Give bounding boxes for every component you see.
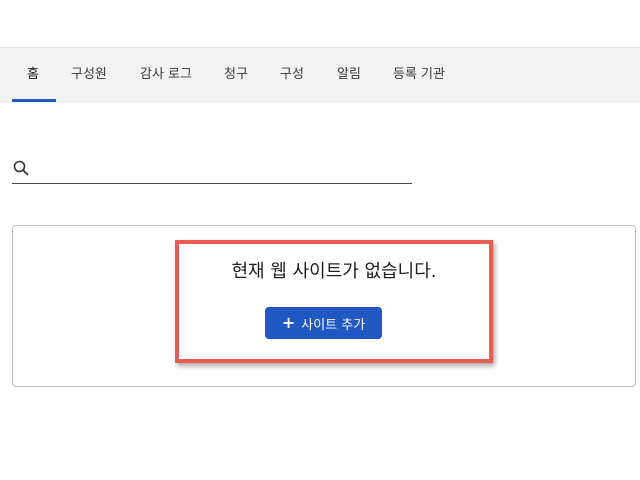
search-field [12,155,412,184]
tab-notifications[interactable]: 알림 [337,48,361,103]
page: 홈 구성원 감사 로그 청구 구성 알림 등록 기관 현재 웹 사이트가 없습니… [0,0,640,480]
search-icon[interactable] [12,159,30,177]
plus-icon: + [281,313,296,332]
tab-home[interactable]: 홈 [27,48,39,103]
search-input[interactable] [36,157,410,181]
empty-state-message: 현재 웹 사이트가 없습니다. [231,261,437,282]
tab-members[interactable]: 구성원 [71,48,107,103]
add-site-button[interactable]: + 사이트 추가 [265,307,382,339]
tab-audit-log[interactable]: 감사 로그 [140,48,192,103]
tab-configuration[interactable]: 구성 [280,48,304,103]
tab-bar: 홈 구성원 감사 로그 청구 구성 알림 등록 기관 [0,47,640,103]
tab-billing[interactable]: 청구 [224,48,248,103]
active-tab-indicator [12,99,56,102]
add-site-button-label: 사이트 추가 [301,317,366,333]
tab-registered-organizations[interactable]: 등록 기관 [393,48,445,103]
